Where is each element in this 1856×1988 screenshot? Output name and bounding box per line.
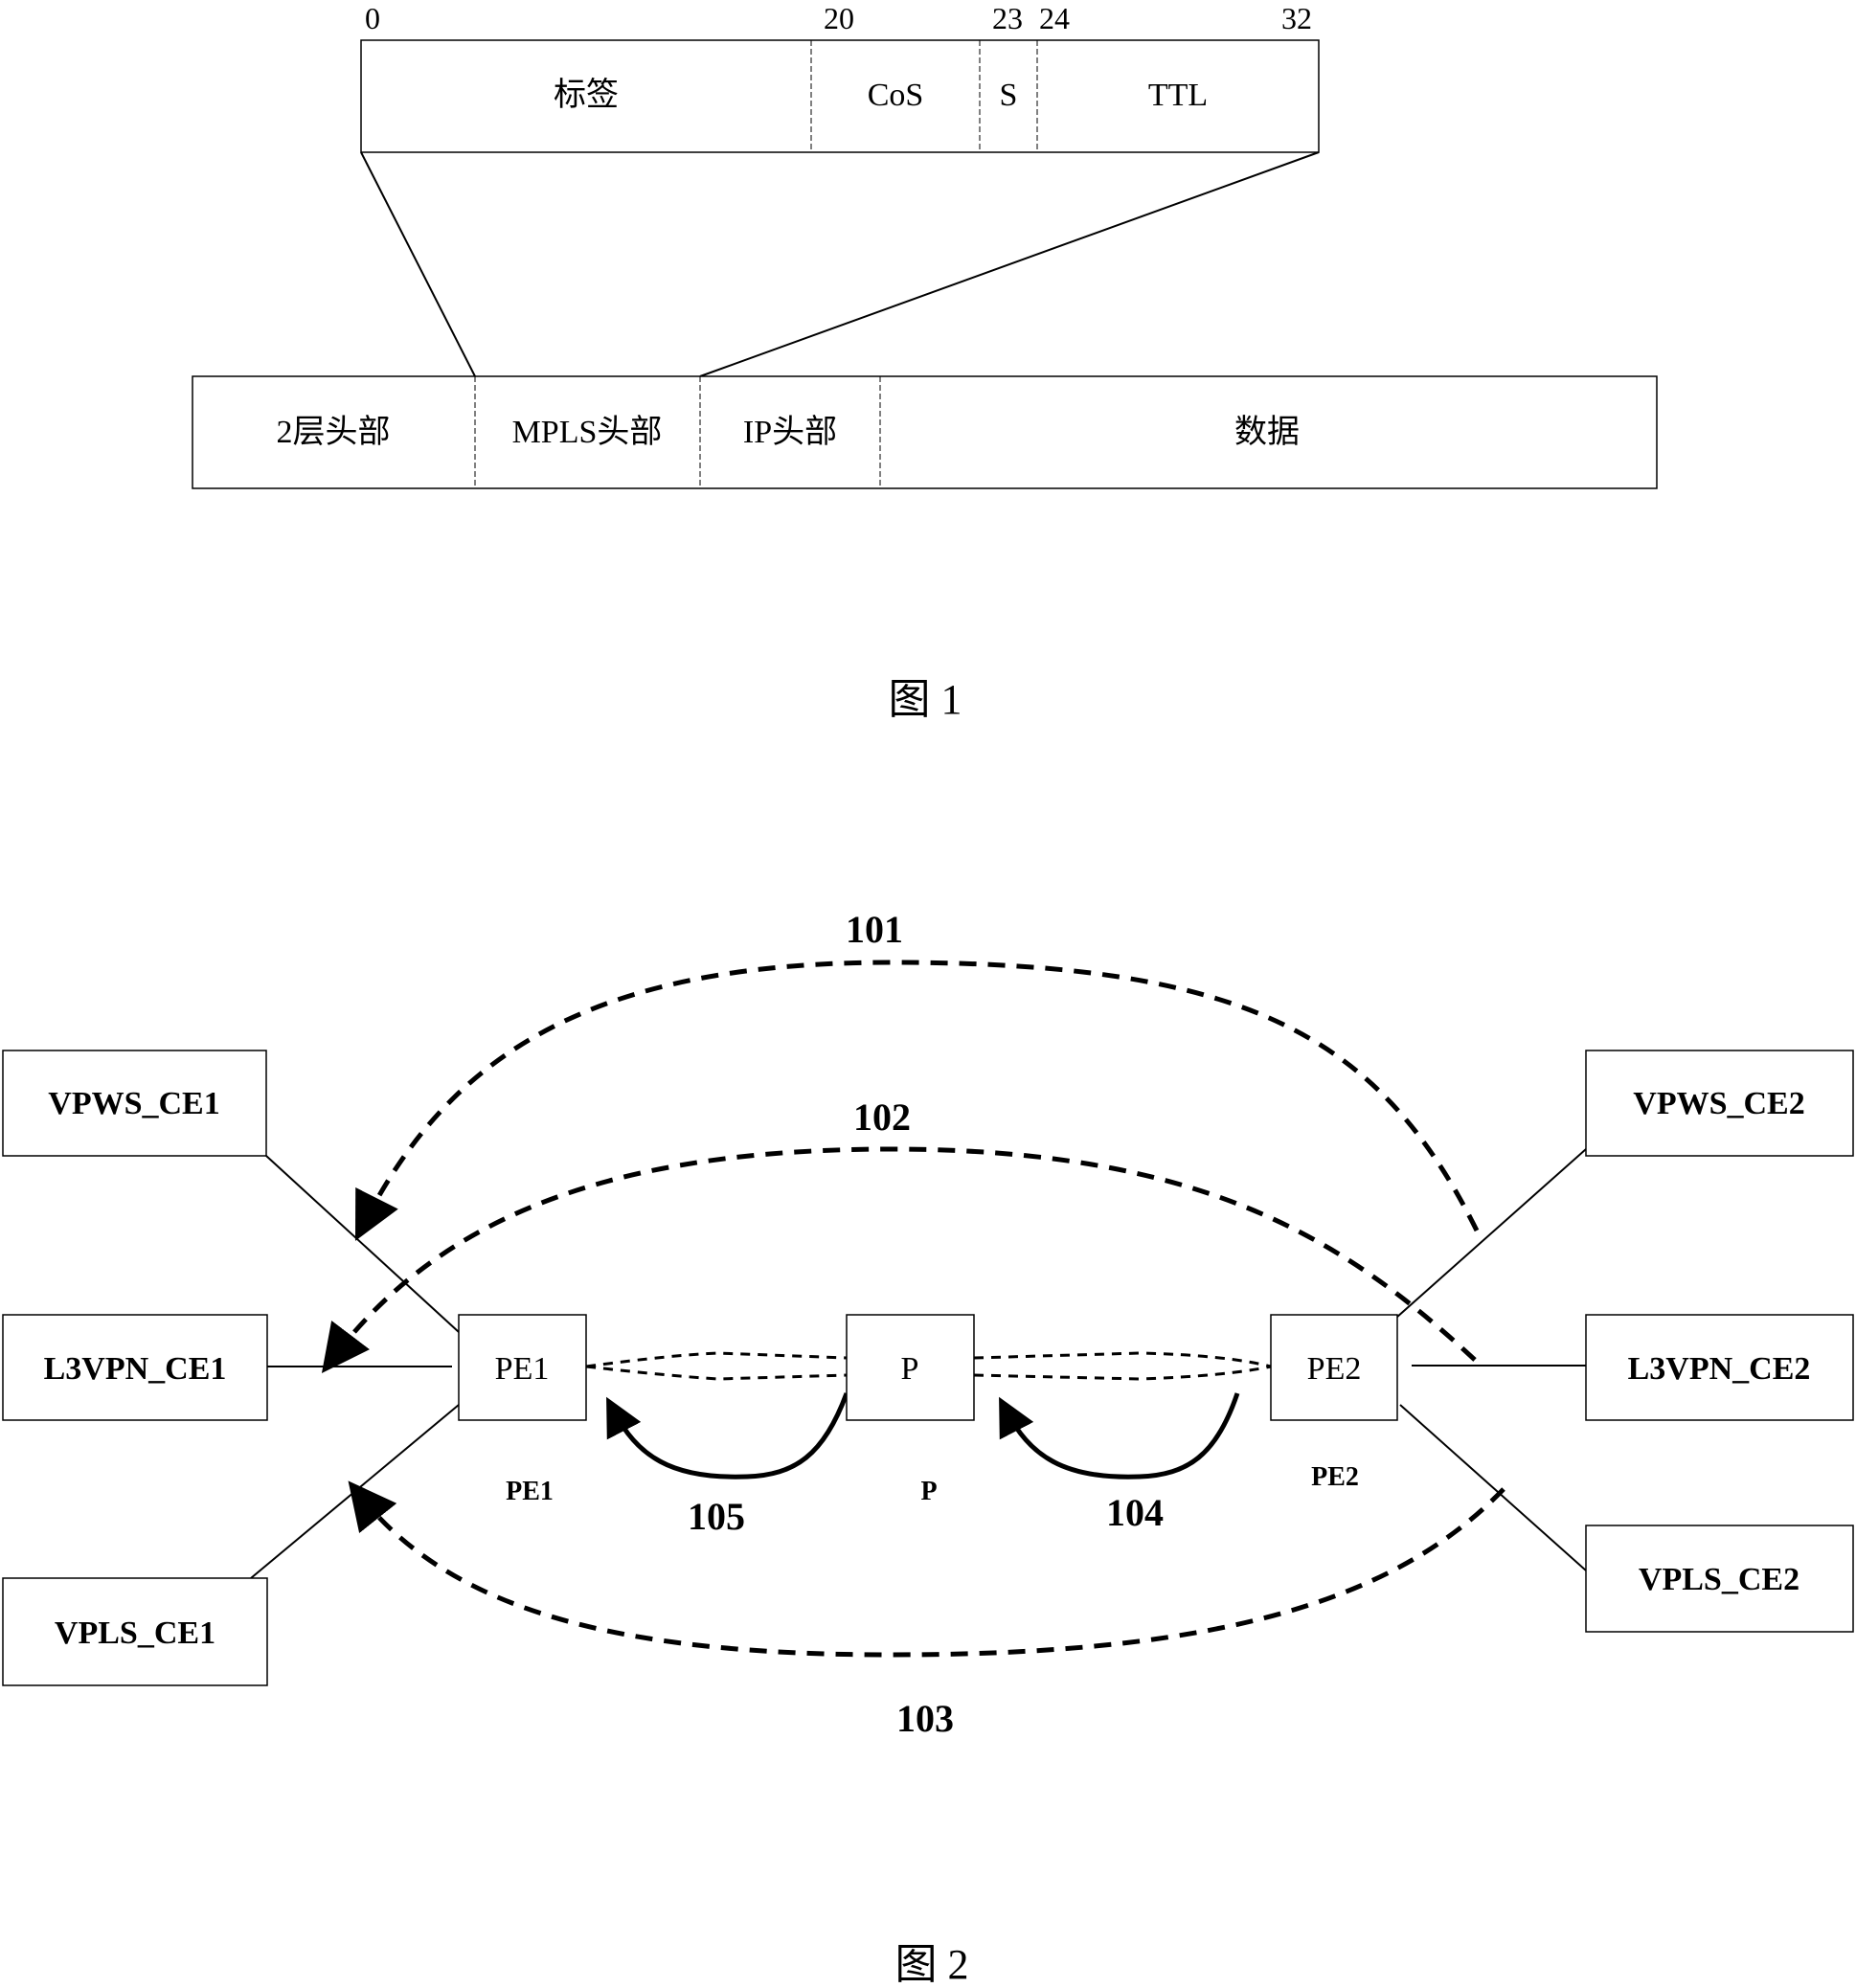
path-103-arc — [348, 1480, 1505, 1658]
path-label-102: 102 — [853, 1096, 911, 1139]
lsp-p-pe2-upper — [973, 1351, 1272, 1368]
packet-box — [192, 375, 1658, 489]
path-101-arc — [354, 960, 1480, 1241]
bit-tick-32: 32 — [1281, 1, 1312, 35]
packet-field-data: 数据 — [1234, 414, 1300, 450]
node-vpws-ce1-label: VPWS_CE1 — [48, 1086, 219, 1121]
field-s: S — [1000, 78, 1018, 113]
path-105-arrow — [606, 1392, 849, 1480]
expansion-line-right — [699, 151, 1320, 377]
path-label-103: 103 — [896, 1697, 954, 1740]
node-pe1-label: PE1 — [495, 1351, 550, 1387]
caption-pe2: PE2 — [1311, 1462, 1359, 1492]
lsp-p-pe2-lower — [973, 1365, 1272, 1381]
path-label-105: 105 — [688, 1495, 745, 1538]
node-p-label: P — [901, 1351, 919, 1387]
diagram-canvas: 0 20 23 24 32 标签 CoS S TTL 2层头部 MPLS头部 I… — [2, 1, 1854, 1988]
packet-field-ip-header: IP头部 — [743, 414, 837, 450]
field-label: 标签 — [554, 77, 619, 113]
path-label-104: 104 — [1106, 1491, 1164, 1534]
bit-tick-20: 20 — [824, 1, 854, 35]
node-vpls-ce1-label: VPLS_CE1 — [55, 1615, 215, 1651]
figure-1: 0 20 23 24 32 标签 CoS S TTL 2层头部 MPLS头部 I… — [192, 1, 1658, 723]
node-l3vpn-ce2-label: L3VPN_CE2 — [1628, 1351, 1811, 1387]
link-pe2-vpws-ce2 — [1395, 1148, 1587, 1319]
expansion-line-left — [360, 151, 476, 377]
link-vpls-ce1-pe1 — [250, 1404, 460, 1579]
lsp-pe1-p-lower — [585, 1365, 848, 1381]
node-vpws-ce2-label: VPWS_CE2 — [1633, 1086, 1804, 1121]
field-cos: CoS — [868, 78, 924, 113]
path-label-101: 101 — [846, 908, 903, 951]
figure-1-caption: 图 1 — [889, 676, 962, 723]
caption-p: P — [920, 1477, 937, 1506]
link-pe2-vpls-ce2 — [1399, 1404, 1587, 1571]
path-104-arrow — [999, 1392, 1240, 1480]
packet-field-l2-header: 2层头部 — [277, 414, 391, 450]
figure-2: VPWS_CE1 L3VPN_CE1 VPLS_CE1 PE1 P PE2 VP… — [2, 908, 1854, 1988]
field-ttl: TTL — [1148, 78, 1208, 113]
lsp-pe1-p-upper — [585, 1351, 848, 1368]
node-vpls-ce2-label: VPLS_CE2 — [1639, 1562, 1799, 1597]
bit-tick-0: 0 — [365, 1, 380, 35]
bit-tick-23: 23 — [992, 1, 1023, 35]
caption-pe1: PE1 — [506, 1477, 554, 1506]
node-pe2-label: PE2 — [1307, 1351, 1362, 1387]
link-vpws-ce1-pe1 — [265, 1155, 460, 1333]
node-l3vpn-ce1-label: L3VPN_CE1 — [44, 1351, 227, 1387]
packet-field-mpls-header: MPLS头部 — [512, 414, 663, 450]
figure-2-caption: 图 2 — [895, 1941, 969, 1988]
bit-tick-24: 24 — [1039, 1, 1070, 35]
